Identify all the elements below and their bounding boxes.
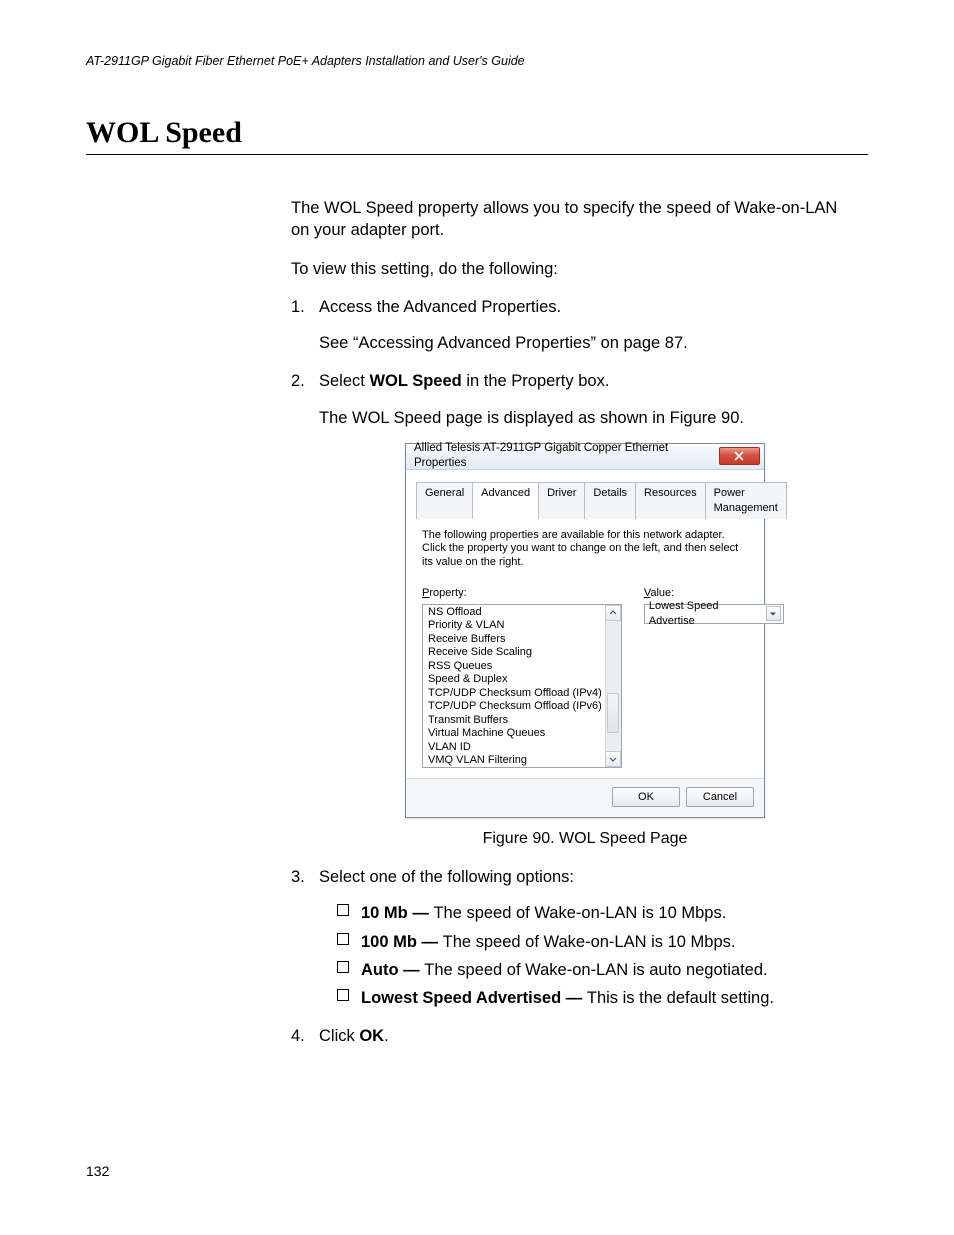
option-bullet-icon [337,989,349,1001]
section-title: WOL Speed [86,116,868,155]
property-label: Property: [422,586,622,601]
scroll-up-button[interactable] [605,605,621,621]
step-3-text: Select one of the following options: [319,866,851,888]
step-number: 2. [291,370,305,392]
intro-paragraph: The WOL Speed property allows you to spe… [291,197,851,242]
option-item: Auto — The speed of Wake-on-LAN is auto … [337,959,851,981]
property-list-item[interactable]: VLAN ID [426,741,604,755]
intro-paragraph-2: To view this setting, do the following: [291,258,851,280]
scrollbar-track[interactable] [605,605,621,767]
value-dropdown-text: Lowest Speed Advertise [649,599,766,629]
scroll-down-button[interactable] [605,751,621,767]
property-list-item[interactable]: Speed & Duplex [426,673,604,687]
chevron-down-icon [769,610,777,618]
step-1-text: Access the Advanced Properties. [319,296,851,318]
properties-dialog: Allied Telesis AT-2911GP Gigabit Copper … [405,443,765,819]
option-bullet-icon [337,904,349,916]
close-icon [734,451,744,461]
close-button[interactable] [719,447,760,465]
running-header: AT-2911GP Gigabit Fiber Ethernet PoE+ Ad… [86,54,868,68]
value-dropdown[interactable]: Lowest Speed Advertise [644,604,784,624]
scrollbar-thumb[interactable] [607,693,619,733]
property-list-item[interactable]: Transmit Buffers [426,714,604,728]
step-number: 4. [291,1025,305,1047]
property-list-item[interactable]: TCP/UDP Checksum Offload (IPv4) [426,687,604,701]
step-4-text: Click OK. [319,1025,851,1047]
dropdown-arrow[interactable] [766,606,781,621]
chevron-down-icon [609,755,617,763]
dialog-title: Allied Telesis AT-2911GP Gigabit Copper … [414,441,719,472]
property-list-item[interactable]: Priority & VLAN [426,619,604,633]
option-item: 10 Mb — The speed of Wake-on-LAN is 10 M… [337,902,851,924]
ok-button[interactable]: OK [612,787,680,808]
property-list-item[interactable]: Virtual Machine Queues [426,727,604,741]
property-list-item[interactable]: VMQ VLAN Filtering [426,754,604,768]
page-number: 132 [86,1163,109,1179]
tab-resources[interactable]: Resources [635,482,706,519]
tab-general[interactable]: General [416,482,473,519]
tab-power-management[interactable]: Power Management [705,482,787,519]
figure-caption: Figure 90. WOL Speed Page [319,828,851,850]
property-listbox[interactable]: NS OffloadPriority & VLANReceive Buffers… [422,604,622,768]
cancel-button[interactable]: Cancel [686,787,754,808]
property-list-item[interactable]: Receive Buffers [426,633,604,647]
step-2-sub: The WOL Speed page is displayed as shown… [319,407,851,429]
property-list-item[interactable]: TCP/UDP Checksum Offload (IPv6) [426,700,604,714]
property-list-item[interactable]: NS Offload [426,606,604,620]
tab-details[interactable]: Details [584,482,636,519]
step-number: 3. [291,866,305,888]
property-list-item[interactable]: Receive Side Scaling [426,646,604,660]
dialog-titlebar: Allied Telesis AT-2911GP Gigabit Copper … [406,444,764,470]
tab-strip: General Advanced Driver Details Resource… [416,481,754,519]
step-1-sub: See “Accessing Advanced Properties” on p… [319,332,851,354]
step-number: 1. [291,296,305,318]
option-item: 100 Mb — The speed of Wake-on-LAN is 10 … [337,931,851,953]
chevron-up-icon [609,609,617,617]
property-list-item[interactable]: RSS Queues [426,660,604,674]
step-2-text: Select WOL Speed in the Property box. [319,370,851,392]
option-bullet-icon [337,961,349,973]
tab-advanced[interactable]: Advanced [472,482,539,519]
tab-driver[interactable]: Driver [538,482,585,519]
option-bullet-icon [337,933,349,945]
option-item: Lowest Speed Advertised — This is the de… [337,987,851,1009]
dialog-description: The following properties are available f… [422,529,748,570]
